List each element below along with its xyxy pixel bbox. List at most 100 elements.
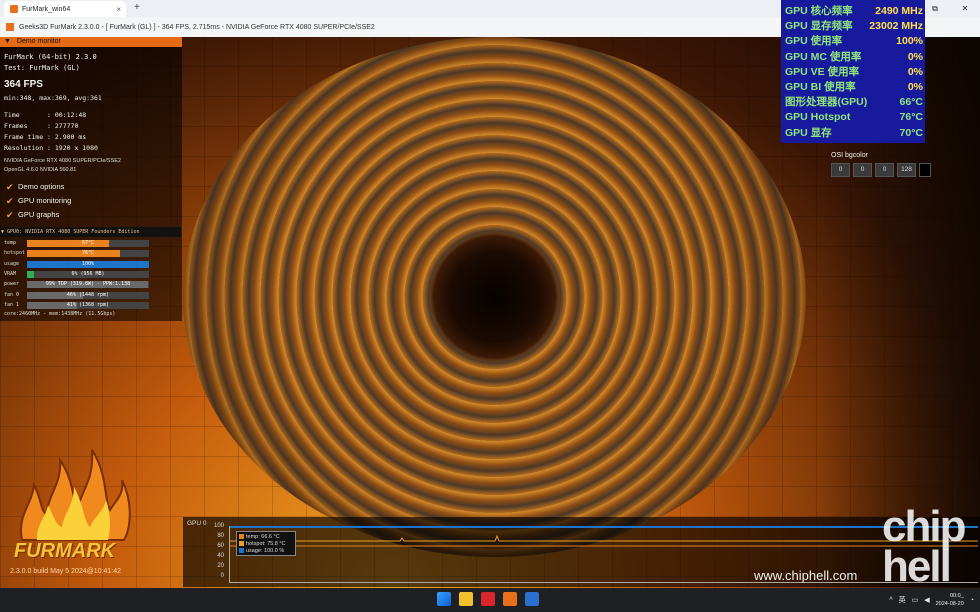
fur-donut-shading [183, 37, 806, 557]
bar-label: fan 1 [4, 301, 20, 308]
osi-r-input[interactable]: 0 [831, 163, 850, 177]
osd-row: GPU MC 使用率 0% [785, 50, 923, 65]
osd-key: GPU 使用率 [785, 35, 843, 48]
bar-label: hotspot [4, 250, 26, 257]
osd-key: GPU 显存频率 [785, 20, 853, 33]
legend-text: temp: 66.6 °C [246, 533, 280, 540]
osd-key: GPU VE 使用率 [785, 65, 860, 78]
checkbox-label: GPU graphs [18, 210, 60, 219]
opengl-info: OpenGL 4.6.0 NVIDIA 560.81 [4, 167, 77, 173]
taskbar: ^ 英 ▭ ◀ 00:0_ 2024-08-20 ◔ [0, 588, 980, 612]
checkbox-label: GPU monitoring [18, 196, 72, 205]
site-watermark: www.chiphell.com [754, 568, 858, 583]
bar-value: 99% TDP (319.8W) - PPW:1.138 [45, 281, 131, 288]
osd-key: 图形处理器(GPU) [785, 96, 868, 109]
windows-start-icon[interactable] [437, 592, 451, 606]
osi-b-input[interactable]: 0 [875, 163, 894, 177]
app-64-icon[interactable] [481, 592, 495, 606]
osd-value: 0% [907, 50, 923, 63]
input-language[interactable]: 英 [899, 595, 906, 605]
osd-row: GPU 使用率 100% [785, 34, 923, 49]
bar-value: 76°C [81, 250, 95, 257]
demo-monitor-header[interactable]: ▼ Demo monitor [0, 37, 182, 47]
osi-g-input[interactable]: 0 [853, 163, 872, 177]
legend-entry: usage: 100.0 % [239, 547, 293, 554]
volume-icon[interactable]: ◀ [924, 596, 929, 604]
new-tab-button[interactable]: + [134, 2, 140, 13]
system-tray: ^ 英 ▭ ◀ 00:0_ 2024-08-20 ◔ [889, 590, 974, 610]
fps-min-max: min:348, max:369, avg:361 [4, 94, 102, 102]
furmark-taskbar-icon[interactable] [503, 592, 517, 606]
legend-text: usage: 100.0 % [246, 547, 285, 554]
demo-monitor-panel: ▼ Demo monitor FurMark (64-bit) 2.3.0 Te… [0, 37, 182, 321]
clock[interactable]: 00:0_ 2024-08-20 [936, 592, 964, 608]
osd-key: GPU 核心频率 [785, 5, 853, 17]
checkmark-icon: ✔ [6, 209, 14, 220]
clock-time: 00:0_ [950, 593, 964, 599]
osd-value: 100% [896, 35, 923, 48]
gpu-graphs-checkbox[interactable]: ✔ GPU graphs [6, 210, 59, 219]
osd-key: GPU MC 使用率 [785, 50, 862, 63]
osd-value: 0% [907, 81, 923, 93]
legend-swatch [239, 548, 244, 553]
bar-value: 46% (1448 rpm) [66, 291, 110, 298]
tab-close-icon[interactable]: × [116, 5, 121, 14]
core-mem-clock: core:2460MHz - mem:1438MHz (11.5Gbps) [4, 311, 116, 317]
browser-tab[interactable]: FurMark_win64 × [4, 1, 126, 17]
legend-entry: temp: 66.6 °C [239, 533, 293, 540]
osd-row: GPU BI 使用率 0% [785, 80, 923, 95]
graph-legend: temp: 66.6 °C hotspot: 75.8 °C usage: 100.… [236, 531, 296, 556]
osd-key: GPU BI 使用率 [785, 81, 856, 93]
bar-track: 46% (1448 rpm) [27, 291, 149, 299]
osi-color-swatch[interactable] [919, 163, 931, 177]
osd-row: GPU Hotspot 76°C [785, 110, 923, 125]
clock-date: 2024-08-20 [935, 601, 964, 607]
osd-row: GPU 核心频率 2490 MHz [785, 4, 923, 19]
gpu-osd-overlay: GPU 核心频率 2490 MHz GPU 显存频率 23002 MHz GPU 使用率… [781, 0, 925, 143]
legend-swatch [239, 541, 244, 546]
taskbar-icons [437, 592, 539, 606]
bar-label: usage [4, 260, 20, 267]
y-tick-label: 40 [217, 553, 224, 559]
y-tick-label: 60 [217, 543, 224, 549]
window-title: Geeks3D FurMark 2.3.0.0 - [ FurMark (GL)… [19, 23, 375, 31]
network-icon[interactable]: ▭ [912, 596, 919, 604]
legend-swatch [239, 534, 244, 539]
resolution-row: Resolution : 1920 x 1080 [4, 144, 98, 152]
bar-value: 67°C [81, 240, 95, 246]
graph-plot [229, 526, 978, 583]
close-window-button[interactable]: ✕ [950, 0, 980, 17]
demo-options-checkbox[interactable]: ✔ Demo options [6, 182, 64, 191]
notification-icon[interactable]: ◔ [970, 597, 974, 604]
osd-value: 70°C [899, 126, 923, 139]
gpu0-header[interactable]: ▼ GPU0: NVIDIA RTX 4080 SUPER Founders E… [1, 227, 181, 237]
app-window-icon[interactable] [525, 592, 539, 606]
bar-track: 99% TDP (319.8W) - PPW:1.138 [27, 281, 149, 289]
app-version: FurMark (64-bit) 2.3.0 [4, 53, 97, 61]
osd-key: GPU 显存 [785, 126, 832, 139]
bar-track: 41% (1368 rpm) [27, 301, 149, 309]
osi-a-input[interactable]: 128 [897, 163, 916, 177]
hotspot-line [230, 534, 978, 542]
bar-value: 6% (956 MB) [71, 270, 105, 277]
bar-track: 6% (956 MB) [27, 270, 149, 278]
osd-value: 76°C [899, 111, 923, 124]
osd-key: GPU Hotspot [785, 111, 851, 124]
osd-value: 0% [907, 65, 923, 78]
checkmark-icon: ✔ [6, 195, 14, 206]
bar-value: 41% (1368 rpm) [66, 301, 110, 308]
gpu-graph: GPU 0 100 80 60 40 20 0 temp: 66.6 °C hotspot:… [183, 517, 980, 587]
y-tick-label: 20 [217, 563, 224, 569]
frames-row: Frames : 277770 [4, 122, 79, 130]
osd-row: GPU 显存 70°C [785, 126, 923, 141]
bar-track: 100% [27, 260, 149, 268]
furmark-logo-text: FURMARK [14, 540, 116, 562]
furmark-title-icon [6, 23, 14, 31]
test-name: Test: FurMark (GL) [4, 64, 80, 72]
bar-label: fan 0 [4, 291, 20, 298]
gpu-monitoring-checkbox[interactable]: ✔ GPU monitoring [6, 196, 71, 205]
checkbox-label: Demo options [18, 182, 65, 191]
osd-row: GPU 显存频率 23002 MHz [785, 19, 923, 34]
file-explorer-icon[interactable] [459, 592, 473, 606]
tray-overflow-icon[interactable]: ^ [889, 597, 892, 604]
